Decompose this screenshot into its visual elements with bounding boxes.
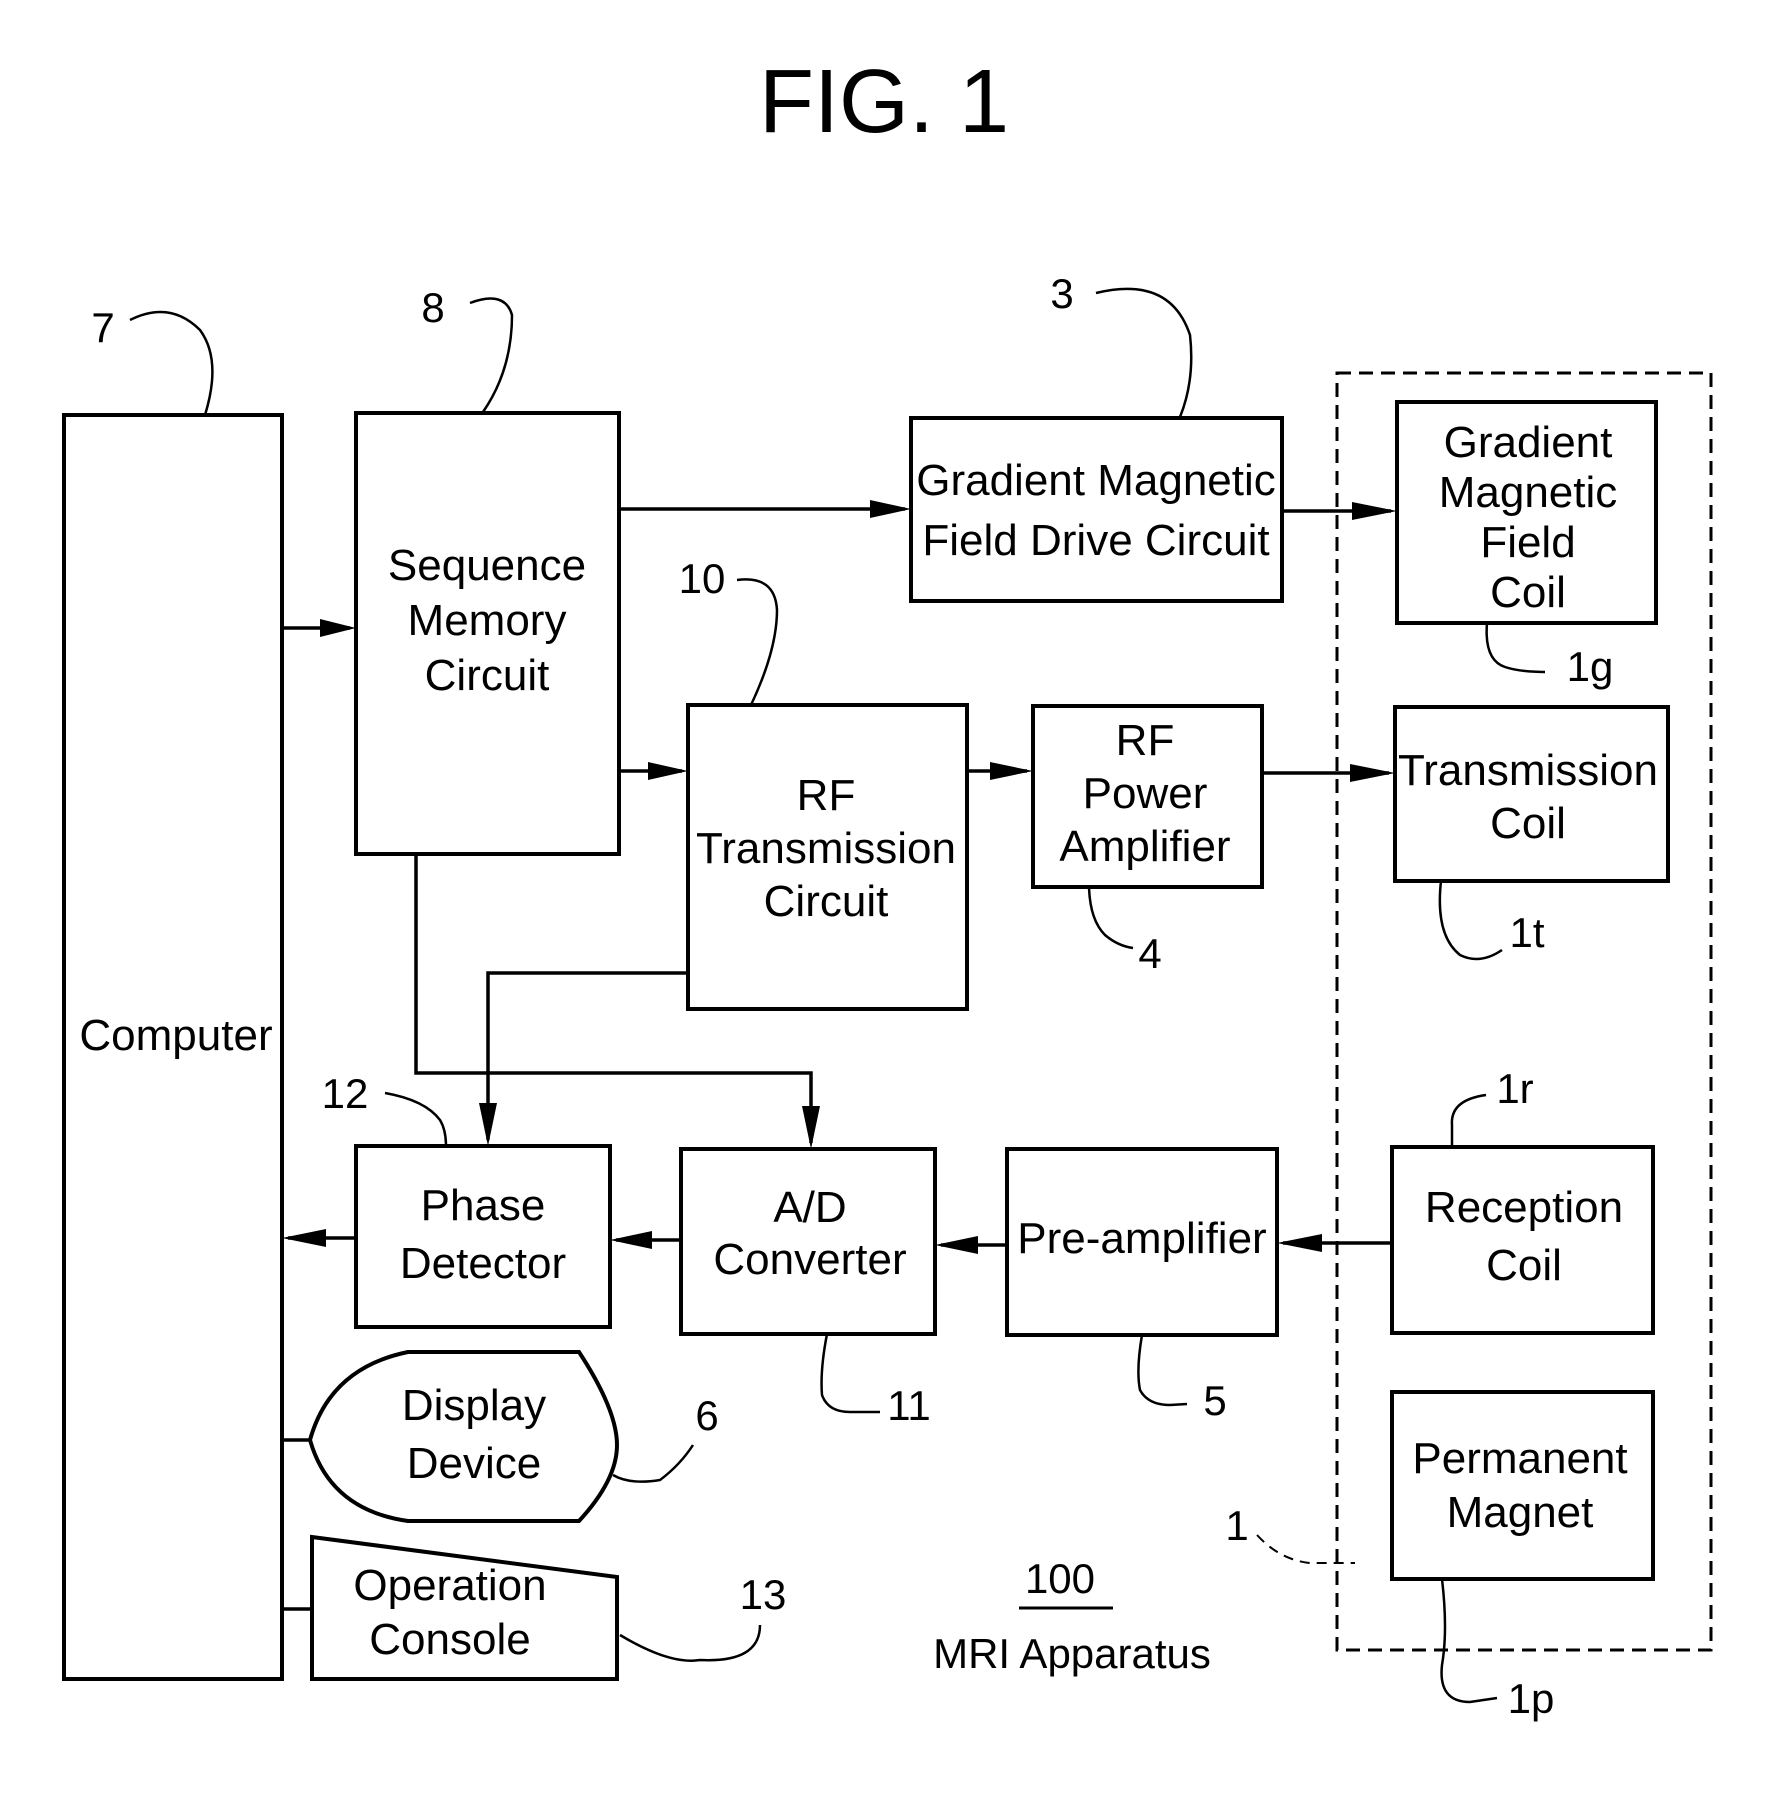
- leader-line-computer: [129, 310, 214, 416]
- leader-line-rf-transmission: [736, 578, 779, 706]
- arrowhead: [990, 762, 1033, 780]
- preamplifier-block[interactable]: Pre-amplifier: [1005, 1147, 1279, 1337]
- label-line: Device: [407, 1439, 542, 1488]
- label-line: Magnetic: [1439, 468, 1618, 517]
- arrowhead: [1352, 502, 1397, 520]
- arrowhead: [935, 1236, 978, 1254]
- leader-line-permanent-magnet: [1440, 1578, 1498, 1704]
- leader-line-preamplifier: [1137, 1334, 1188, 1407]
- label-line: Memory: [408, 596, 567, 645]
- ref-label-operation-console: 13: [740, 1571, 787, 1618]
- ref-label-permanent-magnet: 1p: [1508, 1675, 1555, 1722]
- display-device-block[interactable]: Display Device: [307, 1350, 620, 1523]
- computer-label: Computer: [79, 1011, 272, 1060]
- arrowhead: [320, 619, 356, 637]
- ref-label-reception-coil: 1r: [1496, 1065, 1533, 1112]
- leader-line-operation-console: [619, 1624, 762, 1662]
- label-line: Operation: [353, 1561, 546, 1610]
- ref-label-transmission-coil: 1t: [1509, 909, 1544, 956]
- label-line: Transmission: [1398, 746, 1658, 795]
- ref-label-gradient-drive: 3: [1050, 270, 1073, 317]
- operation-console-block[interactable]: Operation Console: [310, 1534, 619, 1681]
- apparatus-name: MRI Apparatus: [933, 1630, 1211, 1677]
- label-line: Converter: [713, 1235, 906, 1284]
- label-line: Transmission: [696, 824, 956, 873]
- leader-line-gradient-drive: [1095, 287, 1193, 418]
- label-line: Sequence: [388, 541, 586, 590]
- rf-transmission-block[interactable]: RF Transmission Circuit: [686, 703, 969, 1011]
- leader-line-gradient-coil: [1485, 622, 1546, 674]
- figure-title: FIG. 1: [759, 52, 1009, 152]
- ref-label-display-device: 6: [695, 1392, 718, 1439]
- label-line: Console: [369, 1615, 530, 1664]
- sequence-memory-block[interactable]: Sequence Memory Circuit: [354, 411, 621, 856]
- leader-line-display-device: [612, 1444, 695, 1483]
- label-line: Amplifier: [1059, 822, 1230, 871]
- ref-label-computer: 7: [91, 304, 114, 351]
- ad-converter-block[interactable]: A/D Converter: [679, 1147, 937, 1336]
- permanent-magnet-block[interactable]: Permanent Magnet: [1390, 1390, 1655, 1581]
- leader-line-ad-converter: [820, 1333, 880, 1414]
- leader-line-transmission-coil: [1438, 880, 1503, 961]
- label-line: Field: [1480, 518, 1575, 567]
- leader-line-reception-coil: [1450, 1093, 1487, 1147]
- label-line: Circuit: [425, 651, 550, 700]
- label-line: Gradient: [1444, 418, 1613, 467]
- ref-label-magnet-system: 1: [1225, 1502, 1248, 1549]
- rf-power-amp-block[interactable]: RF Power Amplifier: [1031, 704, 1264, 889]
- label-line: Circuit: [764, 877, 889, 926]
- arrowhead: [802, 1106, 820, 1149]
- arrowhead: [1350, 764, 1395, 782]
- ref-label-ad-converter: 11: [887, 1382, 931, 1429]
- label-line: Magnet: [1447, 1488, 1594, 1537]
- label-line: Display: [402, 1381, 546, 1430]
- label-line: RF: [1116, 716, 1175, 765]
- gradient-drive-block[interactable]: Gradient Magnetic Field Drive Circuit: [909, 416, 1284, 603]
- label-line: Field Drive Circuit: [922, 516, 1269, 565]
- arrowhead: [282, 1229, 326, 1247]
- arrowhead: [479, 1103, 497, 1146]
- label-line: Detector: [400, 1239, 566, 1288]
- label-line: A/D: [773, 1183, 846, 1232]
- ref-label-preamplifier: 5: [1203, 1377, 1226, 1424]
- reception-coil-block[interactable]: Reception Coil: [1390, 1145, 1655, 1335]
- phase-detector-block[interactable]: Phase Detector: [354, 1144, 612, 1329]
- gradient-coil-block[interactable]: Gradient Magnetic Field Coil: [1395, 400, 1658, 625]
- leader-line-phase-detector: [384, 1091, 448, 1147]
- label-line: RF: [797, 771, 856, 820]
- arrowhead: [610, 1231, 652, 1249]
- arrowhead: [1277, 1234, 1322, 1252]
- leader-line-sequence-memory: [469, 297, 514, 413]
- ref-label-rf-transmission: 10: [679, 555, 726, 602]
- ref-label-sequence-memory: 8: [421, 284, 444, 331]
- ref-label-phase-detector: 12: [322, 1070, 369, 1117]
- label-line: Computer: [79, 1011, 272, 1060]
- wire-rf-transmission-to-phase-detector: [486, 971, 688, 1140]
- arrowhead: [870, 500, 911, 518]
- label-line: Phase: [421, 1181, 546, 1230]
- label-line: Gradient Magnetic: [916, 456, 1276, 505]
- arrowhead: [648, 762, 688, 780]
- label-line: Coil: [1486, 1241, 1562, 1290]
- preamplifier-label: Pre-amplifier: [1017, 1214, 1266, 1263]
- label-line: Coil: [1490, 568, 1566, 617]
- label-line: Pre-amplifier: [1017, 1214, 1266, 1263]
- label-line: Power: [1083, 769, 1208, 818]
- transmission-coil-block[interactable]: Transmission Coil: [1393, 705, 1670, 883]
- label-line: Coil: [1490, 799, 1566, 848]
- leader-line-rf-power-amp: [1087, 886, 1134, 950]
- ref-label-gradient-coil: 1g: [1567, 643, 1614, 690]
- label-line: Reception: [1425, 1183, 1623, 1232]
- apparatus-number: 100: [1025, 1555, 1095, 1602]
- label-line: Permanent: [1412, 1434, 1627, 1483]
- leader-line-magnet-system: [1256, 1534, 1355, 1564]
- mri-block-diagram: FIG. 1 Computer Sequence Memory Circuit Gr…: [62, 52, 1713, 1722]
- ref-label-rf-power-amp: 4: [1138, 930, 1161, 977]
- computer-block[interactable]: Computer: [62, 413, 284, 1681]
